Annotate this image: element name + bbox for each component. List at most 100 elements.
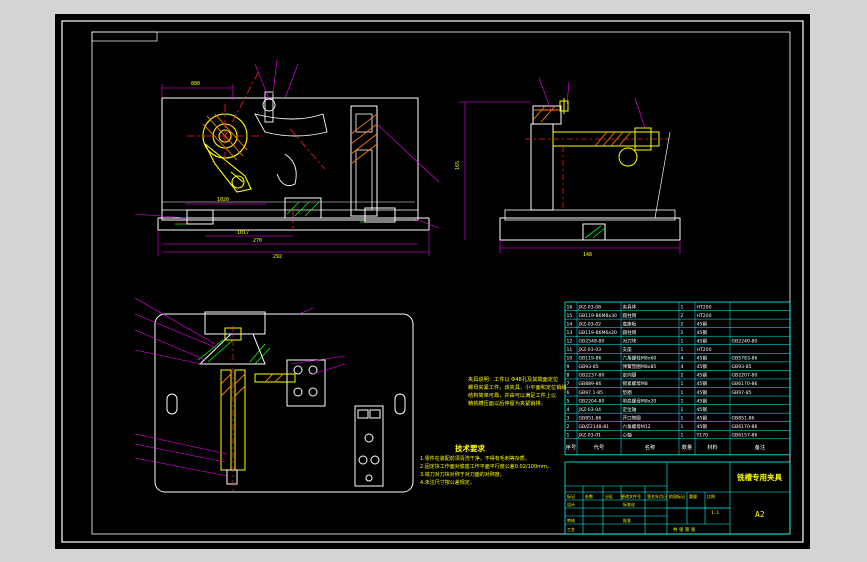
parts-table-cell-qty: 1	[681, 433, 684, 439]
parts-table-cell-note: GB6170-86	[732, 424, 758, 430]
parts-table-cell-material: 45钢	[697, 355, 708, 362]
parts-table-cell-no: 15	[567, 313, 573, 319]
parts-table-cell-code: GB/Z2148-81	[579, 424, 610, 430]
dim-side-width: 148	[583, 252, 592, 258]
title-block-label-mark: 标记	[567, 493, 575, 499]
parts-table-cell-name: 支座	[623, 346, 633, 353]
parts-table-cell-no: 14	[567, 321, 573, 327]
parts-table-cell-code: JXZ-03-03	[578, 347, 602, 353]
parts-table-cell-code: GB93-85	[579, 364, 599, 370]
parts-table-cell-qty: 2	[681, 330, 684, 336]
parts-table-cell-name: 弹簧垫圈M8x85	[623, 363, 657, 370]
parts-table-cell-qty: 1	[681, 415, 684, 421]
parts-table-cell-qty: 2	[681, 321, 684, 327]
drawing-title: 铣槽专用夹具	[737, 472, 782, 482]
parts-table-cell-note: GB6157-86	[732, 433, 758, 439]
title-block-label-change-doc: 更改文件号	[621, 493, 641, 499]
parts-table-cell-name: 定向键	[623, 372, 637, 379]
parts-table-cell-name: 垫圈	[623, 389, 633, 396]
title-block-weight: 重量	[689, 493, 697, 499]
parts-table-cell-no: 10	[567, 356, 573, 362]
parts-table-cell-material: 45钢	[697, 363, 708, 370]
tech-req-title: 技术要求	[455, 443, 485, 453]
parts-table-cell-code: GB2204-80	[579, 398, 605, 404]
parts-table-cell-code: GB119-86M8x30	[579, 313, 618, 319]
parts-table-cell-note: GB97-85	[732, 390, 752, 396]
dim-front-mid: 1020	[217, 197, 229, 203]
parts-table-cell-material: 45钢	[697, 389, 708, 396]
parts-table-cell-qty: 1	[681, 347, 684, 353]
parts-table-cell-name: 定位轴	[623, 406, 637, 413]
parts-table-cell-material: HT200	[697, 304, 712, 310]
parts-table-cell-name: 六角螺栓M8x60	[623, 355, 657, 362]
dim-front-inner: 1017	[237, 230, 249, 236]
parts-table-cell-material: 45钢	[697, 372, 708, 379]
parts-table-cell-no: 9	[567, 364, 570, 370]
parts-table-cell-qty: 1	[681, 338, 684, 344]
parts-table-cell-material: HT200	[697, 347, 712, 353]
cad-drawing-canvas: 880 1020 1017 270 292 165 148 夹具说明：工件以 Φ…	[55, 14, 810, 549]
parts-table-cell-no: 2	[567, 424, 570, 430]
parts-table-cell-qty: 1	[681, 304, 684, 310]
parts-table-cell-code: GB119-86	[579, 356, 602, 362]
dim-front-width-1: 270	[253, 238, 262, 244]
parts-table-cell-code: JXZ-03-08	[578, 304, 602, 310]
dim-front-top: 880	[191, 81, 200, 87]
parts-table-header-note: 备注	[755, 443, 765, 451]
parts-table-cell-name: 锁紧螺母M8	[623, 380, 648, 387]
parts-table-cell-qty: 4	[681, 364, 684, 370]
parts-table-cell-name: 对刀块	[623, 337, 637, 344]
title-block-stage: 阶段标记	[669, 493, 685, 499]
parts-table: 16 JXZ-03-08 夹具体 1 HT20015 GB119-86M8x30 圆柱销 2 H…	[564, 301, 791, 456]
engineering-drawing: 880 1020 1017 270 292 165 148 夹具说明：工件以 Φ…	[61, 20, 804, 543]
title-block-label-count: 处数	[585, 493, 593, 499]
parts-table-cell-no: 11	[567, 347, 573, 353]
parts-table-cell-name: 六角螺母M12	[623, 423, 651, 430]
parts-table-header-code: 代号	[594, 443, 604, 451]
parts-table-cell-note: GB6170-86	[732, 381, 758, 387]
parts-table-cell-no: 5	[567, 398, 570, 404]
fixture-note-line-2: 螺母夹紧工件，该夹具，小平面和定位销组	[468, 383, 567, 391]
parts-table-cell-code: GB2548-80	[579, 338, 605, 344]
parts-table-header-no: 序号	[566, 443, 576, 451]
code-box	[91, 31, 158, 42]
title-block: 标记 处数 分区 更改文件号 签名 年月日 设计 标准化 审核 工艺 批准 阶段…	[564, 461, 791, 535]
parts-table-cell-qty: 1	[681, 398, 684, 404]
parts-table-cell-material: 45钢	[697, 397, 708, 404]
parts-table-cell-no: 6	[567, 390, 570, 396]
parts-table-cell-qty: 2	[681, 313, 684, 319]
parts-table-cell-name: 心轴	[623, 432, 633, 439]
parts-table-cell-note: GB2207-80	[732, 373, 758, 379]
parts-table-cell-no: 1	[567, 433, 570, 439]
parts-table-cell-qty: 1	[681, 424, 684, 430]
dim-side-height: 165	[455, 161, 461, 170]
parts-table-cell-no: 8	[567, 373, 570, 379]
parts-table-cell-material: 45钢	[697, 320, 708, 327]
parts-table-header-name: 名称	[645, 443, 655, 451]
parts-table-cell-no: 16	[567, 304, 573, 310]
parts-table-cell-code: GB851-86	[579, 415, 602, 421]
parts-table-cell-note: GB851-86	[732, 415, 755, 421]
title-block-scale-value: 1:1	[711, 510, 719, 516]
dim-front-width-2: 292	[273, 254, 282, 260]
parts-table-cell-note: GB93-85	[732, 364, 752, 370]
parts-table-cell-code: GB2237-80	[579, 373, 605, 379]
parts-table-cell-code: GB97.1-85	[579, 390, 604, 396]
top-view	[134, 297, 414, 493]
parts-table-cell-material: Y170	[696, 433, 709, 439]
side-view	[459, 77, 681, 254]
title-block-designer: 设计	[567, 501, 575, 507]
title-block-label-date: 年月日	[655, 493, 667, 499]
parts-table-cell-name: 圆柱销	[623, 312, 637, 319]
title-block-label-zone: 分区	[605, 493, 613, 499]
parts-table-cell-no: 13	[567, 330, 573, 336]
parts-table-cell-qty: 1	[681, 381, 684, 387]
fixture-note-line-4: 精铣槽压面以后停留为夹紧销排。	[468, 399, 546, 407]
parts-table-cell-code: JXZ-03-02	[578, 321, 602, 327]
tech-req-item-4: 4.未注尺寸按公差规定。	[420, 479, 475, 486]
parts-table-cell-material: 45钢	[697, 406, 708, 413]
tech-req-item-3: 3.铣刀对刀块对称于对刀面的对称度。	[420, 471, 505, 478]
fixture-note-line-1: 夹具说明：工件以 Φ48孔及其端面定位	[468, 375, 558, 383]
tech-req-item-2: 2.固定块工作面对底座工作平面平行度公差0.02/100mm。	[420, 463, 552, 470]
parts-table-cell-material: 45钢	[697, 380, 708, 387]
